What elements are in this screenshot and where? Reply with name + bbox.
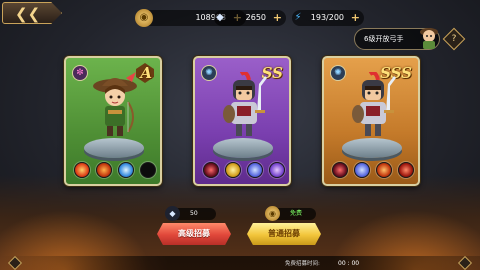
advanced-cost: ◆ 50 — [165, 206, 216, 221]
gem-icon: ◆ — [216, 12, 224, 23]
demon-mask-skill-icon[interactable] — [332, 162, 348, 178]
ice-arrow-skill-icon[interactable] — [118, 162, 134, 178]
hero-knight-image — [352, 72, 396, 136]
back-arrow-icon: ❮❮ — [15, 5, 41, 23]
hero-archer-image — [93, 72, 137, 136]
advanced-summon-button[interactable]: 高级招募 — [157, 223, 231, 245]
demon-mask-skill-icon[interactable] — [203, 162, 219, 178]
add-gem-button[interactable]: + — [273, 10, 282, 26]
help-icon: ? — [451, 34, 457, 44]
normal-summon-button[interactable]: 普通招募 — [247, 223, 321, 245]
spirit-skill-icon[interactable] — [354, 162, 370, 178]
fire-slash-skill-icon[interactable] — [376, 162, 392, 178]
faction-gear-icon: ✺ — [330, 65, 346, 81]
normal-cost: ◉ 免费 — [265, 206, 316, 221]
faction-swirl-icon: ✼ — [72, 65, 88, 81]
lightning-icon: ⚡ — [294, 12, 302, 23]
add-energy-button[interactable]: + — [351, 10, 360, 26]
normal-cost-value: 免费 — [290, 210, 303, 217]
claw-skill-icon[interactable] — [398, 162, 414, 178]
gold-coin-icon: ◉ — [265, 206, 280, 221]
energy-value: 193/200 — [310, 13, 344, 22]
summon-card-ss[interactable]: ✺ SS — [193, 56, 291, 186]
gold-shield-skill-icon[interactable] — [225, 162, 241, 178]
flame-burst-skill-icon[interactable] — [96, 162, 112, 178]
top-bar: ❮❮ ◉ 108998 + ◆ 2650 + ⚡ 193/200 + — [0, 0, 480, 30]
summon-card-sss[interactable]: ✺ SSS — [322, 56, 420, 186]
skill-row — [330, 162, 414, 180]
unlock-hint-label: 6级开放弓手 — [364, 35, 404, 43]
grade-label: A — [140, 64, 152, 82]
free-summon-timer: 00 : 00 — [338, 260, 360, 267]
gem-icon: ◆ — [165, 206, 180, 221]
gold-coin-icon: ◉ — [135, 9, 153, 27]
fire-skill-icon[interactable] — [74, 162, 90, 178]
arcane-skill-icon[interactable] — [269, 162, 285, 178]
back-button[interactable]: ❮❮ — [2, 2, 62, 24]
skill-row — [201, 162, 285, 180]
faction-gear-icon: ✺ — [201, 65, 217, 81]
summon-card-a[interactable]: ✼ A — [64, 56, 162, 186]
help-button[interactable]: ? — [442, 27, 466, 51]
spirit-skill-icon[interactable] — [247, 162, 263, 178]
footer-bar — [0, 256, 480, 270]
locked-skill-icon[interactable] — [140, 162, 156, 178]
free-summon-label: 免费招募时间: — [285, 261, 320, 267]
unlock-archer-hint[interactable]: 6级开放弓手 — [354, 28, 440, 50]
skill-row — [72, 162, 156, 180]
gem-value: 2650 — [245, 13, 266, 22]
gem-counter: ◆ 2650 + — [214, 10, 286, 26]
archer-portrait-icon — [420, 28, 438, 49]
energy-counter: ⚡ 193/200 + — [292, 10, 364, 26]
hero-knight-image — [223, 72, 267, 136]
advanced-cost-value: 50 — [190, 210, 198, 217]
